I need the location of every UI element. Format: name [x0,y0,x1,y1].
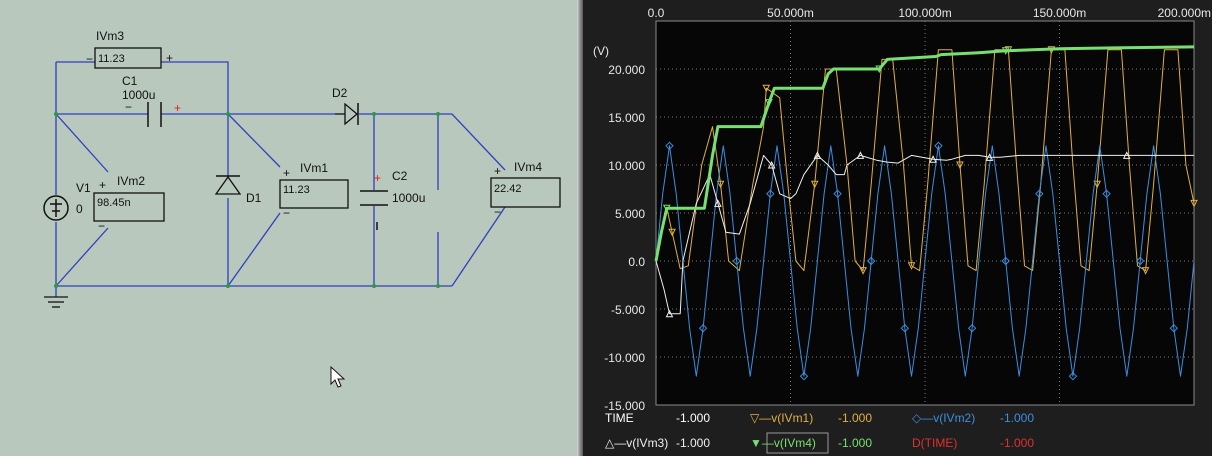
legend-item[interactable]: ▼—v(IVm4) -1.000 [750,436,872,450]
meter-ivm2[interactable]: 98.45n IVm2 + − [93,174,165,233]
x-tick-label: 200.000m [1158,6,1211,20]
d2-label: D2 [332,86,348,100]
legend-label: D(TIME) [912,436,957,450]
ivm4-label: IVm4 [514,160,542,174]
meter-ivm3[interactable]: 11.23 − + IVm3 [86,29,173,69]
ground-symbol[interactable] [44,296,68,308]
legend-value: -1.000 [1000,411,1034,425]
d1-label: D1 [246,191,262,205]
capacitor-c1[interactable]: C1 1000u − + [122,74,181,127]
meter-ivm1[interactable]: 11.23 IVm1 + − [279,161,349,220]
capacitor-c2[interactable]: C2 1000u + [360,169,425,230]
y-tick-label: 10.000 [608,159,645,173]
ivm3-label: IVm3 [96,29,124,43]
legend-item[interactable]: ◇—v(IVm2) -1.000 [912,411,1034,425]
y-axis-label: (V) [593,44,609,58]
y-axis-ticks: 20.00015.00010.0005.0000.0-5.000-10.000-… [604,63,645,413]
ivm3-minus: − [86,52,93,66]
legend-label: △—v(IVm3) [605,436,668,450]
legend-item[interactable]: TIME -1.000 [605,411,710,425]
diode-d2[interactable]: D2 [332,86,359,126]
diode-d1[interactable]: D1 [214,175,262,205]
legend-value: -1.000 [838,411,872,425]
c2-plus: + [374,171,381,185]
ivm3-value: 11.23 [98,53,125,65]
x-axis-ticks: 0.0 50.000m 100.000m 150.000m 200.000m [648,6,1211,20]
source-v1[interactable]: V1 0 [43,181,91,221]
x-tick-label: 100.000m [898,6,951,20]
c2-value: 1000u [392,191,425,205]
ivm4-minus: − [494,205,501,219]
c1-plus: + [174,101,181,115]
x-tick-label: 150.000m [1033,6,1086,20]
legend-item[interactable]: △—v(IVm3) -1.000 [605,436,710,450]
ivm1-minus: − [283,206,290,220]
legend-value: -1.000 [676,436,710,450]
legend-value: -1.000 [1000,436,1034,450]
ivm1-value: 11.23 [283,184,310,196]
x-tick-label: 0.0 [648,6,665,20]
c1-label: C1 [122,74,138,88]
c2-label: C2 [392,169,408,183]
ivm4-value: 22.42 [494,183,522,195]
ivm2-value: 98.45n [97,197,131,209]
meter-ivm4[interactable]: 22.42 IVm4 + − [490,160,561,219]
legend-item[interactable]: D(TIME) -1.000 [912,436,1034,450]
legend[interactable]: TIME -1.000 ▽—v(IVm1) -1.000 ◇—v(IVm2) -1.000… [605,411,1034,450]
ivm4-plus: + [494,164,501,178]
legend-value: -1.000 [838,436,872,450]
y-tick-label: 20.000 [608,63,645,77]
legend-item[interactable]: ▽—v(IVm1) -1.000 [750,411,872,425]
y-tick-label: -5.000 [611,303,645,317]
legend-label: ▽—v(IVm1) [750,411,813,425]
y-tick-label: 5.000 [615,207,645,221]
circuit-diagram: 11.23 − + IVm3 C1 1000u − + D2 V1 0 98.4… [43,29,561,388]
ivm2-minus: − [98,219,105,233]
legend-label: ▼—v(IVm4) [750,436,816,450]
ivm2-label: IVm2 [117,174,145,188]
scope-panel[interactable]: (V) 0.0 50.000m 100.000m 150.000m 200.000m 2… [583,0,1212,456]
ivm1-label: IVm1 [300,161,328,175]
legend-value: -1.000 [676,411,710,425]
mouse-pointer-icon [330,365,346,388]
x-tick-label: 50.000m [767,6,814,20]
y-tick-label: 15.000 [608,111,645,125]
v1-label: V1 [76,181,91,195]
c1-minus: − [125,100,132,114]
legend-label: ◇—v(IVm2) [912,411,975,425]
y-tick-label: -10.000 [604,351,645,365]
schematic-canvas[interactable]: 11.23 − + IVm3 C1 1000u − + D2 V1 0 98.4… [0,0,577,456]
waveform-chart: (V) 0.0 50.000m 100.000m 150.000m 200.000m 2… [593,6,1211,454]
y-tick-label: 0.0 [628,255,645,269]
v1-value: 0 [76,202,83,216]
ivm3-plus: + [166,51,173,65]
legend-label: TIME [605,411,634,425]
ivm1-plus: + [283,166,290,180]
ivm2-plus: + [99,178,106,192]
